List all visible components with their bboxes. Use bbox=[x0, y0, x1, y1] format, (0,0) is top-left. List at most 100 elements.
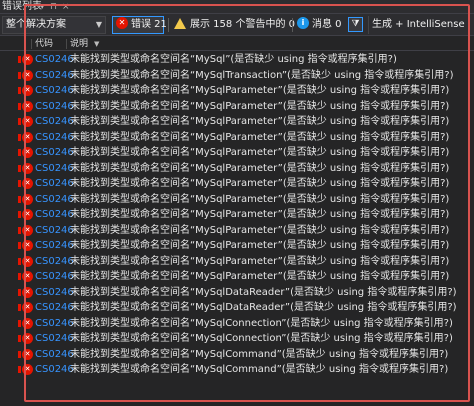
error-marker bbox=[18, 288, 21, 296]
error-description: 未能找到类型或命名空间名“MySqlCommand”(是否缺少 using 指令… bbox=[70, 364, 449, 375]
error-code-link[interactable]: CS0246 bbox=[35, 207, 74, 223]
table-row[interactable]: ✕ CS0246 未能找到类型或命名空间名“MySqlDataReader”(是否缺… bbox=[0, 300, 474, 316]
table-row[interactable]: ✕ CS0246 未能找到类型或命名空间名“MySqlCommand”(是否缺少 u… bbox=[0, 347, 474, 363]
error-circle-icon: ✕ bbox=[22, 69, 33, 81]
error-code-link[interactable]: CS0246 bbox=[35, 52, 74, 68]
table-row[interactable]: ✕ CS0246 未能找到类型或命名空间名“MySqlParameter”(是否缺少… bbox=[0, 176, 474, 192]
error-code-link[interactable]: CS0246 bbox=[35, 161, 74, 177]
table-row[interactable]: ✕ CS0246 未能找到类型或命名空间名“MySqlConnection”(是否缺… bbox=[0, 316, 474, 332]
error-description: 未能找到类型或命名空间名“MySqlParameter”(是否缺少 using … bbox=[70, 224, 450, 236]
error-description: 未能找到类型或命名空间名“MySqlParameter”(是否缺少 using … bbox=[70, 209, 450, 220]
error-code-link[interactable]: CS0246 bbox=[35, 269, 74, 285]
table-row[interactable]: ✕ CS0246 未能找到类型或命名空间名“MySqlTransaction”(是否… bbox=[0, 68, 474, 84]
error-marker bbox=[18, 319, 21, 327]
error-code-link[interactable]: CS0246 bbox=[35, 347, 74, 363]
error-circle-icon: ✕ bbox=[22, 224, 33, 236]
error-code-link[interactable]: CS0246 bbox=[35, 114, 74, 130]
error-code-link[interactable]: CS0246 bbox=[35, 300, 74, 316]
error-code-link[interactable]: CS0246 bbox=[35, 68, 74, 84]
table-row[interactable]: ✕ CS0246 未能找到类型或命名空间名“MySqlParameter”(是否缺少… bbox=[0, 254, 474, 270]
error-description: 未能找到类型或命名空间名“MySqlConnection”(是否缺少 using… bbox=[70, 333, 453, 344]
error-description: 未能找到类型或命名空间名“MySqlParameter”(是否缺少 using … bbox=[70, 240, 450, 251]
pin-icon[interactable]: ⊓ bbox=[50, 0, 57, 14]
error-marker bbox=[18, 350, 21, 358]
table-row[interactable]: ✕ CS0246 未能找到类型或命名空间名“MySqlParameter”(是否缺少… bbox=[0, 207, 474, 223]
error-circle-icon: ✕ bbox=[22, 178, 33, 189]
error-list-toolbar: 整个解决方案 ▼ ✕ 错误 21 展示 158 个警告中的 0 个 i 消息 0 ⧩… bbox=[0, 14, 474, 36]
scope-dropdown[interactable]: 整个解决方案 ▼ bbox=[2, 16, 106, 34]
error-code-link[interactable]: CS0246 bbox=[35, 223, 74, 239]
column-header-code[interactable]: 代码 bbox=[35, 37, 53, 51]
error-marker bbox=[18, 71, 21, 79]
error-code-link[interactable]: CS0246 bbox=[35, 285, 74, 301]
column-header-description[interactable]: 说明 ▼ bbox=[70, 37, 99, 51]
table-row[interactable]: ✕ CS0246 未能找到类型或命名空间名“MySqlParameter”(是否缺少… bbox=[0, 99, 474, 115]
error-code-link[interactable]: CS0246 bbox=[35, 145, 74, 161]
table-row[interactable]: ✕ CS0246 未能找到类型或命名空间名“MySqlParameter”(是否缺少… bbox=[0, 223, 474, 239]
error-description: 未能找到类型或命名空间名“MySqlDataReader”(是否缺少 using… bbox=[70, 302, 457, 313]
table-row[interactable]: ✕ CS0246 未能找到类型或命名空间名“MySql”(是否缺少 using 指令… bbox=[0, 52, 474, 68]
table-row[interactable]: ✕ CS0246 未能找到类型或命名空间名“MySqlParameter”(是否缺少… bbox=[0, 192, 474, 208]
error-marker bbox=[18, 366, 21, 373]
error-circle-icon: ✕ bbox=[22, 100, 33, 112]
error-circle-icon: ✕ bbox=[22, 255, 33, 267]
table-row[interactable]: ✕ CS0246 未能找到类型或命名空间名“MySqlParameter”(是否缺少… bbox=[0, 145, 474, 161]
error-code-link[interactable]: CS0246 bbox=[35, 130, 74, 146]
table-row[interactable]: ✕ CS0246 未能找到类型或命名空间名“MySqlCommand”(是否缺少 u… bbox=[0, 362, 474, 378]
error-description: 未能找到类型或命名空间名“MySqlParameter”(是否缺少 using … bbox=[70, 178, 450, 189]
error-marker bbox=[18, 118, 21, 125]
warnings-filter-button[interactable]: 展示 158 个警告中的 0 个 bbox=[170, 16, 308, 34]
sort-arrow-icon: ▼ bbox=[94, 40, 100, 48]
column-divider bbox=[31, 39, 32, 49]
table-row[interactable]: ✕ CS0246 未能找到类型或命名空间名“MySqlConnection”(是否缺… bbox=[0, 331, 474, 347]
error-circle-icon: ✕ bbox=[22, 85, 33, 96]
error-description: 未能找到类型或命名空间名“MySqlCommand”(是否缺少 using 指令… bbox=[70, 348, 449, 360]
error-description: 未能找到类型或命名空间名“MySqlParameter”(是否缺少 using … bbox=[70, 116, 450, 127]
error-code-link[interactable]: CS0246 bbox=[35, 176, 74, 192]
error-circle-icon: ✕ bbox=[22, 333, 33, 344]
error-code-link[interactable]: CS0246 bbox=[35, 99, 74, 115]
error-code-link[interactable]: CS0246 bbox=[35, 316, 74, 332]
error-marker bbox=[18, 195, 21, 203]
table-row[interactable]: ✕ CS0246 未能找到类型或命名空间名“MySqlParameter”(是否缺少… bbox=[0, 269, 474, 285]
info-circle-icon: i bbox=[297, 17, 309, 29]
error-code-link[interactable]: CS0246 bbox=[35, 192, 74, 208]
table-row[interactable]: ✕ CS0246 未能找到类型或命名空间名“MySqlParameter”(是否缺少… bbox=[0, 130, 474, 146]
error-marker bbox=[18, 149, 21, 156]
error-circle-icon: ✕ bbox=[22, 364, 33, 375]
error-code-link[interactable]: CS0246 bbox=[35, 362, 74, 378]
error-code-link[interactable]: CS0246 bbox=[35, 254, 74, 270]
error-description: 未能找到类型或命名空间名“MySqlParameter”(是否缺少 using … bbox=[70, 85, 450, 96]
error-code-link[interactable]: CS0246 bbox=[35, 83, 74, 99]
error-description: 未能找到类型或命名空间名“MySqlParameter”(是否缺少 using … bbox=[70, 100, 450, 112]
error-marker bbox=[18, 257, 21, 265]
error-description: 未能找到类型或命名空间名“MySqlParameter”(是否缺少 using … bbox=[70, 147, 450, 158]
table-row[interactable]: ✕ CS0246 未能找到类型或命名空间名“MySqlParameter”(是否缺少… bbox=[0, 114, 474, 130]
errors-label: 错误 21 bbox=[131, 19, 167, 30]
messages-label: 消息 0 bbox=[312, 19, 342, 30]
column-header-description-label: 说明 bbox=[70, 39, 89, 49]
error-circle-icon: ✕ bbox=[22, 240, 33, 251]
chevron-down-icon: ▼ bbox=[95, 20, 102, 29]
dropdown-arrow-icon[interactable]: ▾ bbox=[40, 0, 45, 14]
close-icon[interactable]: × bbox=[62, 0, 70, 14]
table-row[interactable]: ✕ CS0246 未能找到类型或命名空间名“MySqlParameter”(是否缺少… bbox=[0, 83, 474, 99]
table-row[interactable]: ✕ CS0246 未能找到类型或命名空间名“MySqlParameter”(是否缺少… bbox=[0, 161, 474, 177]
error-code-link[interactable]: CS0246 bbox=[35, 331, 74, 347]
toolbar-divider bbox=[292, 18, 293, 32]
table-row[interactable]: ✕ CS0246 未能找到类型或命名空间名“MySqlParameter”(是否缺少… bbox=[0, 238, 474, 254]
table-row[interactable]: ✕ CS0246 未能找到类型或命名空间名“MySqlDataReader”(是否缺… bbox=[0, 285, 474, 301]
filter-icon[interactable]: ⧩ bbox=[348, 17, 363, 32]
errors-filter-button[interactable]: ✕ 错误 21 bbox=[112, 16, 167, 34]
messages-filter-button[interactable]: i 消息 0 bbox=[294, 16, 344, 34]
error-code-link[interactable]: CS0246 bbox=[35, 238, 74, 254]
error-circle-icon: ✕ bbox=[22, 116, 33, 127]
error-list: ✕ CS0246 未能找到类型或命名空间名“MySql”(是否缺少 using 指令… bbox=[0, 52, 474, 378]
error-circle-icon: ✕ bbox=[22, 317, 33, 329]
error-description: 未能找到类型或命名空间名“MySqlParameter”(是否缺少 using … bbox=[70, 271, 450, 282]
error-marker bbox=[18, 164, 21, 172]
source-dropdown[interactable]: 生成 + IntelliSense bbox=[368, 16, 474, 34]
scope-value: 整个解决方案 bbox=[6, 19, 66, 30]
error-marker bbox=[18, 304, 21, 311]
error-circle-icon: ✕ bbox=[22, 162, 33, 174]
